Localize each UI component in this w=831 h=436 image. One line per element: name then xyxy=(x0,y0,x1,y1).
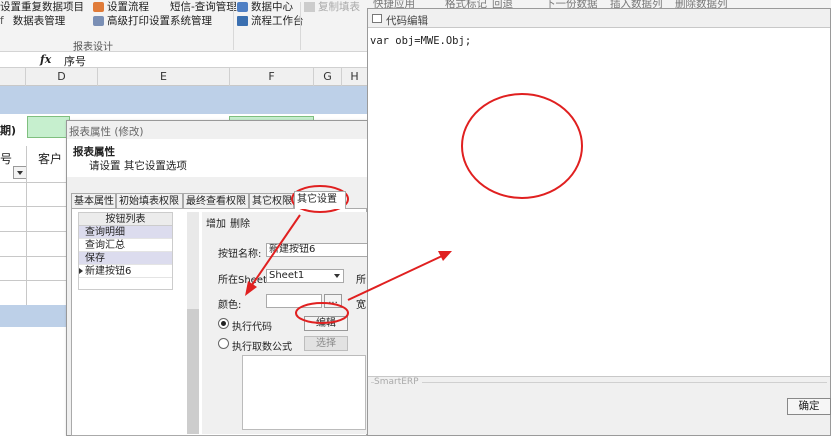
tab-other-settings[interactable]: 其它设置 xyxy=(294,191,346,209)
annotation-arrow-head xyxy=(245,281,257,296)
annotation-circle-edit xyxy=(295,302,349,324)
annotation-overlay xyxy=(245,93,583,324)
annotation-circle-code xyxy=(461,93,583,199)
annotation-arrow-line xyxy=(251,214,301,286)
annotation-arrow-line xyxy=(347,255,443,301)
